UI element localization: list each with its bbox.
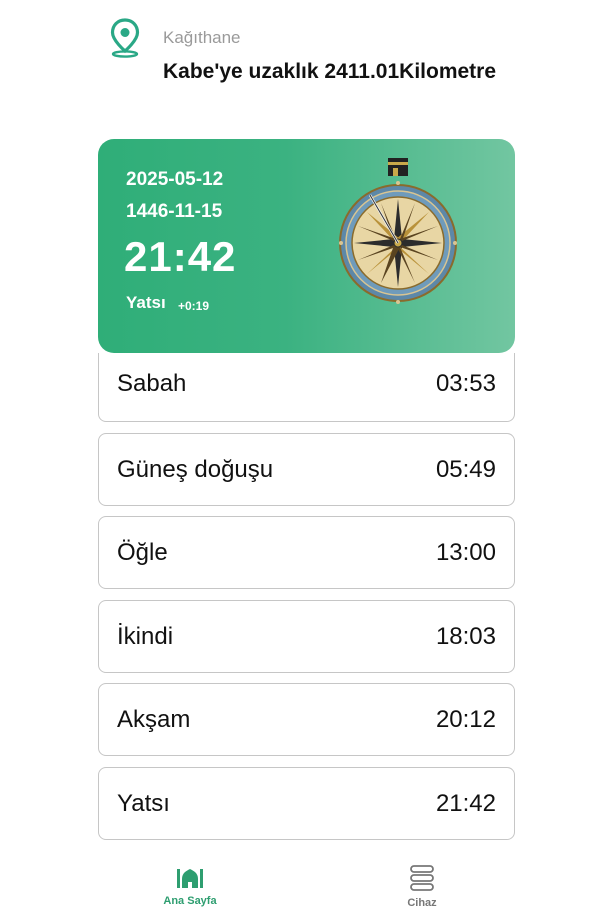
tab-device[interactable]: Cihaz bbox=[362, 865, 482, 909]
kaaba-icon bbox=[388, 158, 408, 176]
prayer-name: Yatsı bbox=[117, 789, 170, 817]
current-time: 21:42 bbox=[124, 233, 237, 280]
prayer-time: 13:00 bbox=[435, 538, 496, 566]
location-pin-icon[interactable] bbox=[108, 18, 142, 58]
tab-home-label: Ana Sayfa bbox=[163, 895, 217, 907]
city-label: Kağıthane bbox=[163, 28, 241, 47]
gregorian-date: 2025-05-12 bbox=[126, 169, 224, 190]
prayer-time: 05:49 bbox=[435, 455, 496, 483]
prayer-name: Öğle bbox=[117, 538, 168, 566]
mosque-icon bbox=[177, 869, 203, 888]
prayer-time: 21:42 bbox=[435, 789, 496, 817]
prayer-time-card: 2025-05-12 1446-11-15 21:42 Yatsı +0:19 bbox=[98, 139, 515, 353]
prayer-row-ikindi[interactable]: İkindi 18:03 bbox=[98, 600, 515, 673]
qibla-compass-icon[interactable] bbox=[330, 155, 466, 305]
device-stack-icon bbox=[410, 865, 434, 891]
kaaba-distance: Kabe'ye uzaklık 2411.01Kilometre bbox=[163, 60, 497, 83]
prayer-time: 20:12 bbox=[435, 705, 496, 733]
header: Kağıthane Kabe'ye uzaklık 2411.01Kilomet… bbox=[0, 0, 613, 130]
tab-home[interactable]: Ana Sayfa bbox=[130, 865, 250, 907]
prayer-time-offset: +0:19 bbox=[178, 299, 210, 313]
prayer-name: Sabah bbox=[117, 369, 187, 397]
prayer-row-yatsi[interactable]: Yatsı 21:42 bbox=[98, 767, 515, 840]
hijri-date: 1446-11-15 bbox=[126, 201, 223, 222]
prayer-row-sabah[interactable]: Sabah 03:53 bbox=[98, 353, 515, 422]
prayer-time: 18:03 bbox=[435, 622, 496, 650]
prayer-name: İkindi bbox=[117, 622, 174, 650]
prayer-name: Akşam bbox=[117, 705, 191, 733]
tab-device-label: Cihaz bbox=[407, 897, 437, 909]
prayer-time: 03:53 bbox=[435, 369, 496, 397]
prayer-name: Güneş doğuşu bbox=[117, 455, 274, 483]
prayer-row-ogle[interactable]: Öğle 13:00 bbox=[98, 516, 515, 589]
prayer-row-gunes[interactable]: Güneş doğuşu 05:49 bbox=[98, 433, 515, 506]
current-prayer-name: Yatsı bbox=[126, 293, 166, 312]
bottom-tab-bar: Ana Sayfa Cihaz bbox=[0, 855, 613, 920]
prayer-row-aksam[interactable]: Akşam 20:12 bbox=[98, 683, 515, 756]
